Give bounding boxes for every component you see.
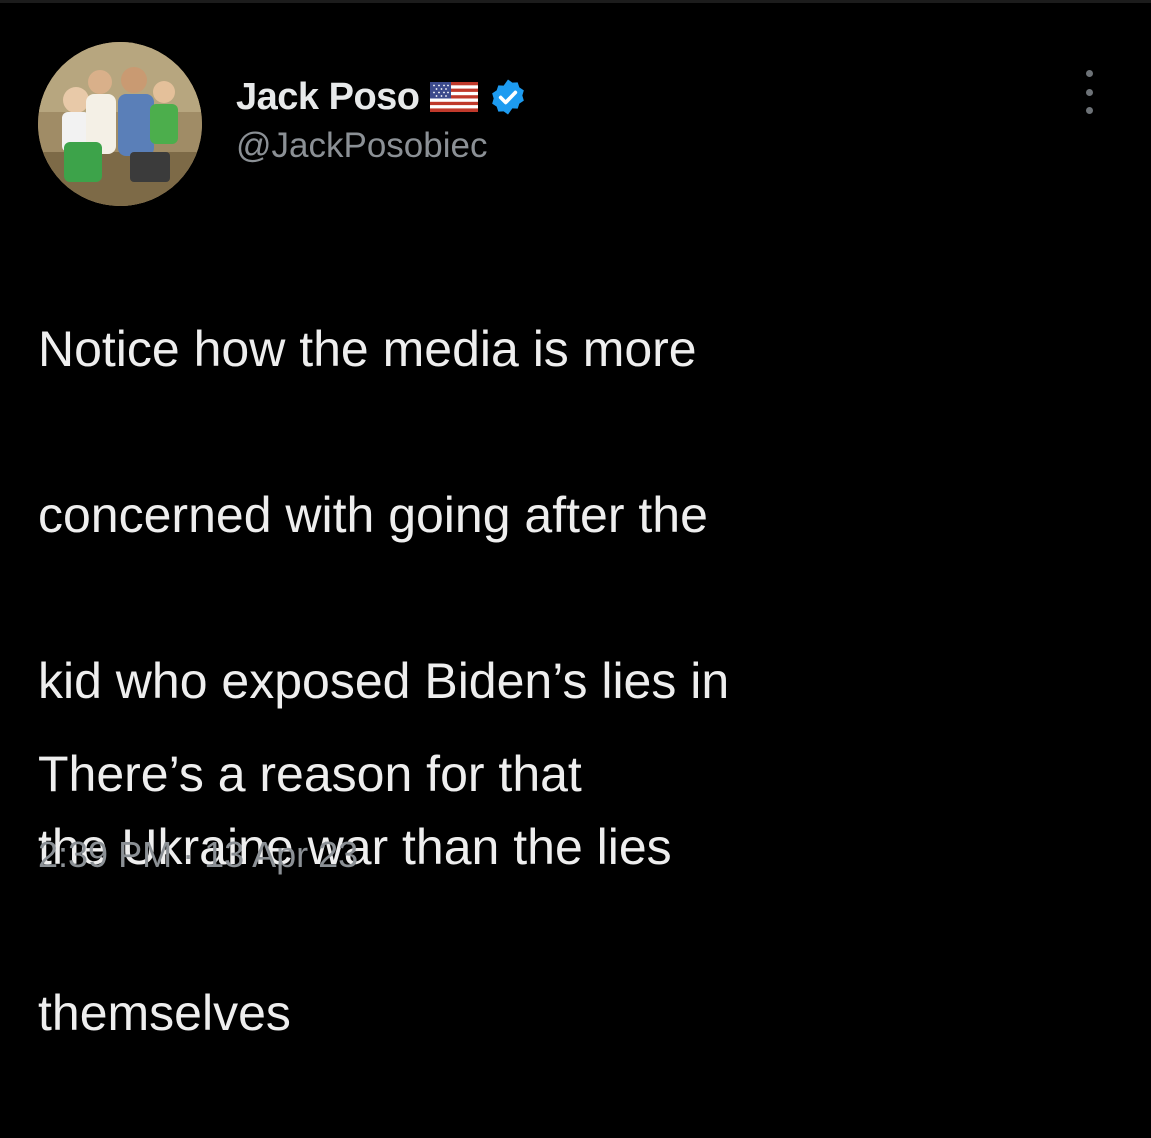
more-options-icon <box>1085 70 1093 77</box>
tweet-timestamp[interactable]: 2:39 PM · 13 Apr 23 <box>38 834 358 876</box>
more-options-button[interactable] <box>1074 70 1104 114</box>
tweet-text-line: kid who exposed Biden’s lies in <box>38 653 730 709</box>
author-handle[interactable]: @JackPosobiec <box>236 126 528 166</box>
verified-badge-icon[interactable] <box>488 77 528 117</box>
author-avatar[interactable] <box>38 42 202 206</box>
tweet-text-line: Notice how the media is more <box>38 321 697 377</box>
tweet-date: 13 Apr 23 <box>204 834 359 875</box>
tweet-text: Notice how the media is more concerned w… <box>38 225 1118 1138</box>
more-options-icon-dot <box>1085 88 1093 96</box>
more-options-icon-dot <box>1085 107 1093 114</box>
author-header: Jack Poso @JackPosobiec <box>236 72 528 166</box>
tweet-text-line: themselves <box>38 985 291 1041</box>
tweet-text-line: concerned with going after the <box>38 487 708 543</box>
us-flag-icon <box>429 82 478 112</box>
avatar-photo <box>38 42 202 206</box>
tweet-time: 2:39 PM <box>38 834 173 875</box>
tweet-text-second-paragraph: There’s a reason for that <box>38 746 582 802</box>
timestamp-separator: · <box>172 834 205 875</box>
author-display-name[interactable]: Jack Poso <box>236 76 420 119</box>
author-name-row: Jack Poso <box>236 72 528 122</box>
tweet: Jack Poso @JackPosobiec Notice how the m… <box>0 0 1151 1041</box>
